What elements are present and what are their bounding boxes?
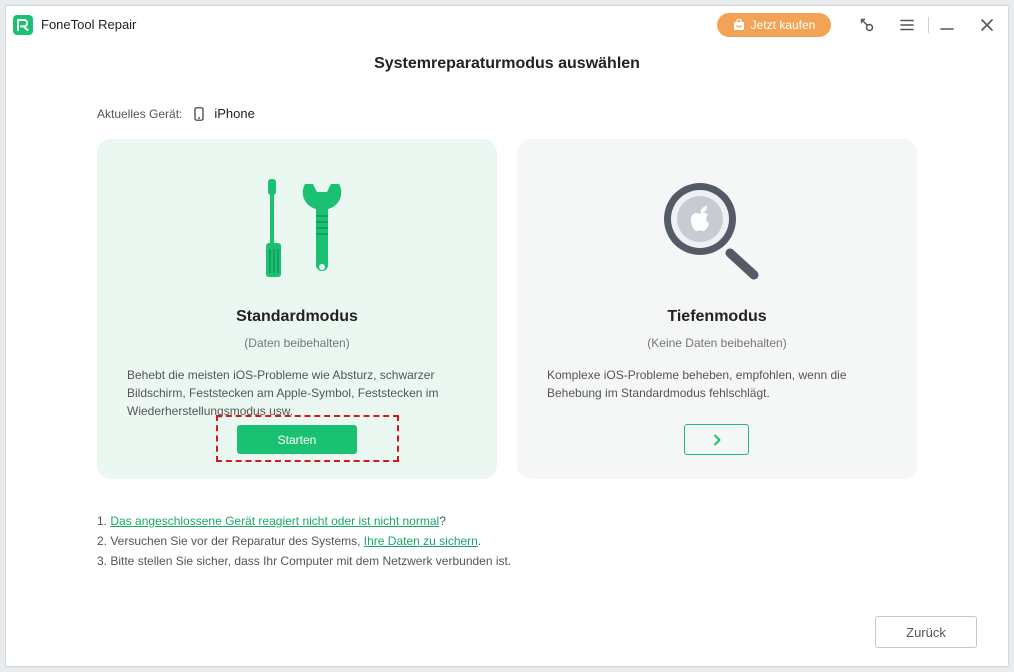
key-icon[interactable]: [858, 16, 876, 34]
screwdriver-icon: [266, 179, 281, 277]
standard-mode-card[interactable]: Standardmodus (Daten beibehalten) Behebt…: [97, 139, 497, 479]
device-not-responding-link[interactable]: Das angeschlossene Gerät reagiert nicht …: [110, 514, 439, 528]
back-button[interactable]: Zurück: [875, 616, 977, 648]
notes-list: 1. Das angeschlossene Gerät reagiert nic…: [97, 511, 511, 571]
standard-mode-description: Behebt die meisten iOS-Probleme wie Abst…: [127, 368, 439, 418]
minimize-icon[interactable]: [938, 16, 956, 34]
current-device-name: iPhone: [214, 106, 255, 121]
app-title: FoneTool Repair: [41, 17, 137, 32]
menu-icon[interactable]: [898, 16, 916, 34]
wrench-icon: [302, 184, 342, 271]
app-logo-icon: [13, 15, 33, 35]
start-button[interactable]: Starten: [237, 425, 357, 454]
note-2-suffix: .: [477, 534, 482, 548]
close-icon[interactable]: [978, 16, 996, 34]
titlebar-divider: [928, 17, 929, 33]
current-device-label: Aktuelles Gerät:: [97, 106, 183, 121]
deep-mode-next-button[interactable]: [684, 424, 749, 455]
phone-icon: [194, 106, 204, 121]
buy-now-label: Jetzt kaufen: [750, 18, 816, 32]
note-1-prefix: 1.: [97, 514, 111, 528]
chevron-right-icon: [713, 434, 720, 445]
buy-now-button[interactable]: Jetzt kaufen: [717, 13, 831, 37]
cart-icon: [733, 19, 744, 30]
repair-tools-illustration: [266, 179, 342, 277]
backup-data-link[interactable]: Ihre Daten zu sichern: [364, 534, 478, 548]
standard-mode-subtitle: (Daten beibehalten): [244, 336, 350, 350]
current-device-row: Aktuelles Gerät: iPhone: [97, 106, 255, 121]
note-1-suffix: ?: [439, 514, 446, 528]
title-bar: FoneTool Repair Jetzt kaufen: [6, 6, 1008, 44]
magnifier-icon: [664, 183, 759, 280]
app-window: FoneTool Repair Jetzt kaufen Systemrepar…: [5, 5, 1009, 667]
deep-mode-title: Tiefenmodus: [667, 308, 767, 325]
note-2: 2. Versuchen Sie vor der Reparatur des S…: [97, 531, 511, 551]
deep-mode-card[interactable]: Tiefenmodus (Keine Daten beibehalten) Ko…: [517, 139, 917, 479]
note-1: 1. Das angeschlossene Gerät reagiert nic…: [97, 511, 511, 531]
note-2-prefix: 2. Versuchen Sie vor der Reparatur des S…: [97, 534, 364, 548]
page-title: Systemreparaturmodus auswählen: [374, 55, 640, 72]
standard-mode-title: Standardmodus: [236, 308, 358, 325]
magnifier-apple-illustration: [664, 183, 759, 280]
highlight-box: Starten: [216, 415, 399, 462]
deep-mode-subtitle: (Keine Daten beibehalten): [647, 336, 787, 350]
note-3: 3. Bitte stellen Sie sicher, dass Ihr Co…: [97, 554, 512, 568]
deep-mode-description: Komplexe iOS-Probleme beheben, empfohlen…: [547, 368, 847, 400]
